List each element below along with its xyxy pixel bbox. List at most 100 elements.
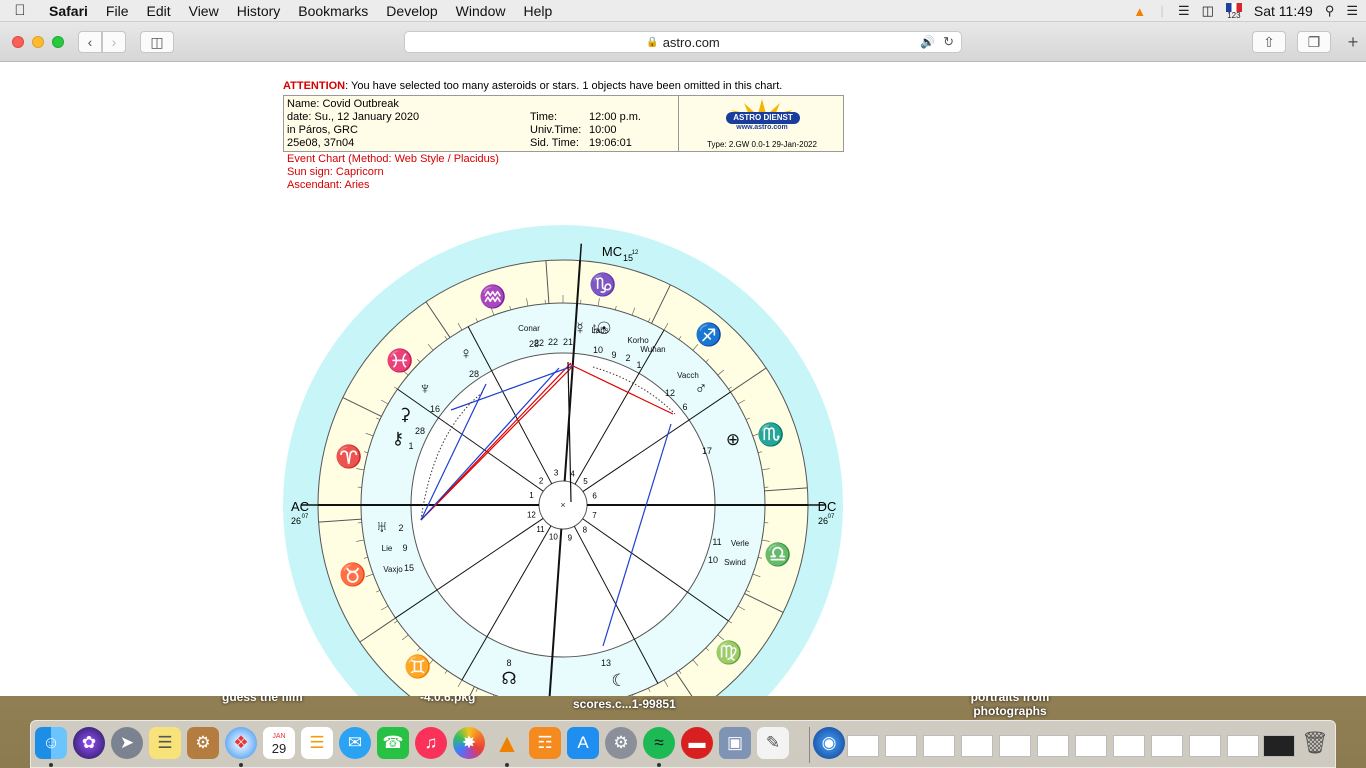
time-label: Time: [530, 111, 558, 123]
apple-icon[interactable]:  [0, 2, 40, 19]
dock-document-thumbnail[interactable] [999, 735, 1031, 757]
dock-document-thumbnail[interactable] [1113, 735, 1145, 757]
sid-time-label: Sid. Time: [530, 137, 579, 149]
reminders-icon[interactable]: ☰ [301, 727, 333, 759]
music-icon[interactable]: ♫ [415, 727, 447, 759]
center-mark: × [560, 500, 565, 510]
astrodienst-logo[interactable]: ASTRO DIENST www.astro.com Type: 2.GW 0.… [678, 96, 844, 152]
menu-edit[interactable]: Edit [137, 3, 179, 19]
calendar-day: 29 [271, 741, 287, 756]
spotify-icon[interactable]: ≈ [643, 727, 675, 759]
dock-document-thumbnail[interactable] [1037, 735, 1069, 757]
zodiac-sign-glyph: ♏ [757, 422, 784, 447]
sidebar-button[interactable]: ◫ [140, 31, 174, 53]
share-button[interactable]: ⇧ [1252, 31, 1286, 53]
dc-label: DC [818, 499, 837, 514]
menu-view[interactable]: View [180, 3, 228, 19]
univ-time-label: Univ.Time: [530, 124, 582, 136]
stop-app-icon[interactable]: ▬ [681, 727, 713, 759]
chart-place: in Páros, GRC [287, 124, 358, 136]
planet-name-label: Wuhan [640, 345, 665, 354]
fullscreen-window-button[interactable] [52, 36, 64, 48]
close-window-button[interactable] [12, 36, 24, 48]
dock-document-thumbnail[interactable] [1075, 735, 1107, 757]
dock-document-thumbnail[interactable] [1189, 735, 1221, 757]
facetime-icon[interactable]: ☎ [377, 727, 409, 759]
audio-playing-icon[interactable]: 🔊 [920, 35, 935, 49]
network-globe-icon[interactable]: ◉ [813, 727, 845, 759]
input-source-icon[interactable]: 123 [1225, 2, 1242, 20]
launchpad-icon[interactable]: ➤ [111, 727, 143, 759]
battery-icon[interactable]: ◫ [1202, 3, 1214, 19]
contacts-icon[interactable]: ⚙ [187, 727, 219, 759]
chevron-right-icon: › [111, 34, 117, 50]
bluetooth-icon[interactable]: ᛁ [1158, 4, 1166, 19]
menu-history[interactable]: History [228, 3, 290, 19]
menu-bookmarks[interactable]: Bookmarks [289, 3, 377, 19]
address-bar[interactable]: 🔒 astro.com 🔊 ↻ [404, 31, 962, 53]
photos-icon[interactable]: ✸ [453, 727, 485, 759]
ac-degree: 26 [291, 516, 301, 526]
siri-icon[interactable]: ✿ [73, 727, 105, 759]
dock: ☺ ✿ ➤ ☰ ⚙ ❖ JAN 29 ☰ ✉ ☎ ♫ ✸ ▲ ☶ A ⚙ ≈ ▬… [30, 720, 1336, 768]
planet-glyph: ♀ [460, 344, 473, 363]
planet-glyph: ⚳ [399, 405, 411, 424]
spotlight-search-icon[interactable]: ⚲ [1325, 3, 1335, 19]
chevron-left-icon: ‹ [87, 34, 93, 50]
menu-file[interactable]: File [97, 3, 138, 19]
menu-app-safari[interactable]: Safari [40, 3, 97, 19]
preview-icon[interactable]: ▣ [719, 727, 751, 759]
zodiac-sign-glyph: ♑ [589, 272, 616, 297]
degree-label: 21 [563, 337, 573, 347]
planet-name-label: Labs [591, 326, 608, 335]
menu-window[interactable]: Window [447, 3, 515, 19]
safari-icon[interactable]: ❖ [225, 727, 257, 759]
finder-icon[interactable]: ☺ [35, 727, 67, 759]
reload-icon[interactable]: ↻ [943, 34, 954, 50]
dock-document-thumbnail[interactable] [923, 735, 955, 757]
messages-icon[interactable]: ✉ [339, 727, 371, 759]
dock-document-thumbnail[interactable] [1151, 735, 1183, 757]
dock-image-thumbnail[interactable] [1263, 735, 1295, 757]
logo-badge: ASTRO DIENST [726, 112, 800, 124]
mc-label: MC [602, 244, 622, 259]
dock-document-thumbnail[interactable] [885, 735, 917, 757]
degree-label: 15 [404, 563, 414, 573]
dock-document-thumbnail[interactable] [961, 735, 993, 757]
sidebar-icon: ◫ [150, 33, 164, 50]
clock[interactable]: Sat 11:49 [1254, 3, 1313, 19]
desktop-file-label[interactable]: scores.c...1-99851 [573, 697, 676, 711]
vlc-icon[interactable]: ▲ [491, 727, 523, 759]
back-button[interactable]: ‹ [78, 31, 102, 53]
degree-label: 10 [708, 555, 718, 565]
calendar-icon[interactable]: JAN 29 [263, 727, 295, 759]
ac-minutes: 07 [302, 514, 309, 520]
planet-glyph: ♅ [376, 517, 389, 536]
menu-help[interactable]: Help [514, 3, 561, 19]
wifi-icon[interactable]: ☰ [1178, 3, 1190, 19]
show-tabs-button[interactable]: ❐ [1297, 31, 1331, 53]
degree-label: 17 [702, 446, 712, 456]
chart-type-info: Type: 2.GW 0.0-1 29-Jan-2022 [707, 140, 817, 149]
url-text: astro.com [662, 34, 720, 50]
app-store-icon[interactable]: A [567, 727, 599, 759]
dock-document-thumbnail[interactable] [847, 735, 879, 757]
planet-name-label: Swind [724, 558, 746, 567]
textedit-icon[interactable]: ✎ [757, 727, 789, 759]
forward-button[interactable]: › [102, 31, 126, 53]
notes-icon[interactable]: ☰ [149, 727, 181, 759]
notification-center-icon[interactable]: ☰ [1346, 3, 1358, 19]
zodiac-sign-glyph: ♓ [386, 348, 413, 373]
trash-icon[interactable]: 🗑 [1299, 727, 1331, 759]
minimize-window-button[interactable] [32, 36, 44, 48]
new-tab-button[interactable]: + [1342, 31, 1364, 53]
degree-label: 2 [625, 353, 630, 363]
menu-develop[interactable]: Develop [377, 3, 446, 19]
dc-degree: 26 [818, 516, 828, 526]
system-preferences-icon[interactable]: ⚙ [605, 727, 637, 759]
running-indicator [239, 763, 243, 767]
input-source-label: 123 [1227, 10, 1241, 20]
books-icon[interactable]: ☶ [529, 727, 561, 759]
dock-document-thumbnail[interactable] [1227, 735, 1259, 757]
vlc-status-icon[interactable]: ▲ [1133, 4, 1146, 19]
